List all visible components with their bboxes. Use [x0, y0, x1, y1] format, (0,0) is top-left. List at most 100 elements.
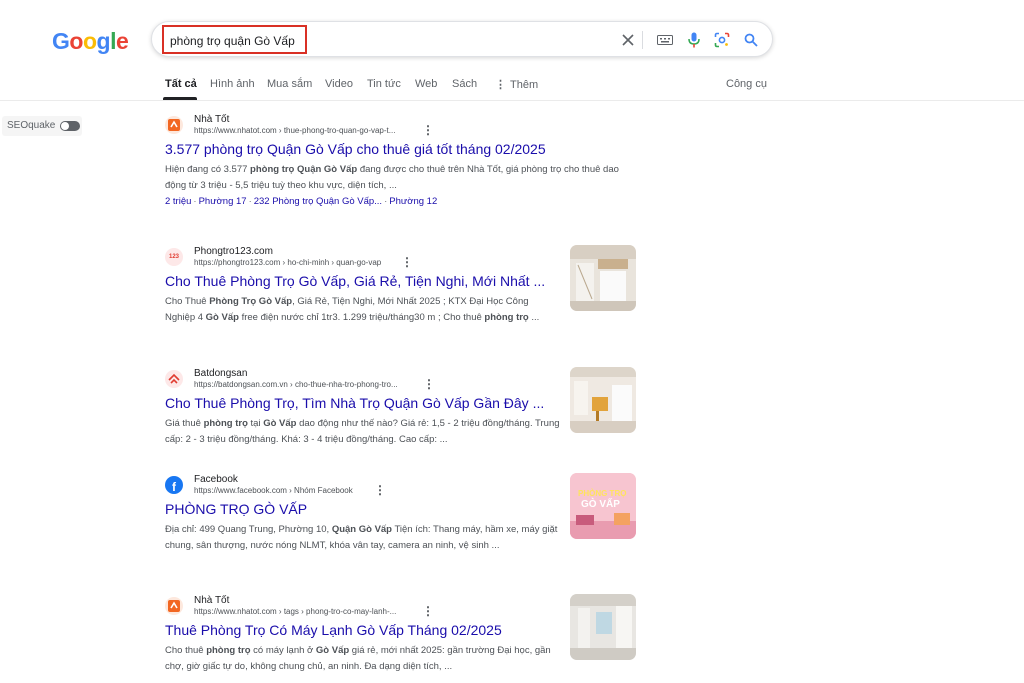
sitelinks: 2 triệu · Phường 17 · 232 Phòng trọ Quận Gò …: [165, 196, 437, 207]
search-result: Nhà Tốt https://www.nhatot.com › thue-ph…: [165, 114, 640, 214]
query-highlight-box: phòng trọ quận Gò Vấp: [162, 25, 307, 54]
favicon-glyph: 123: [168, 254, 179, 260]
search-box[interactable]: phòng trọ quận Gò Vấp: [151, 21, 773, 57]
snippet-text: Giá thuê: [165, 418, 204, 429]
search-icon[interactable]: [741, 30, 761, 50]
toggle-switch[interactable]: [60, 121, 80, 131]
site-url[interactable]: https://www.nhatot.com › thue-phong-tro-…: [194, 126, 395, 135]
result-snippet: Địa chỉ: 499 Quang Trung, Phường 10, Quậ…: [165, 522, 560, 554]
tab-news[interactable]: Tin tức: [367, 78, 401, 90]
snippet-bold: phòng trọ: [206, 645, 251, 656]
search-input[interactable]: phòng trọ quận Gò Vấp: [170, 34, 295, 48]
result-snippet: Cho thuê phòng trọ có máy lạnh ở Gò Vấp …: [165, 643, 560, 675]
result-thumbnail[interactable]: [570, 245, 636, 311]
google-logo[interactable]: Google: [52, 28, 129, 55]
snippet-text: Cho thuê: [165, 645, 207, 656]
more-options-icon[interactable]: ⋮: [374, 483, 386, 497]
snippet-text: tại: [247, 418, 264, 429]
site-name[interactable]: Phongtro123.com: [194, 246, 273, 257]
sitelink[interactable]: 232 Phòng trọ Quận Gò Vấp...: [254, 196, 382, 207]
search-result: 123 Phongtro123.com https://phongtro123.…: [165, 246, 640, 346]
snippet-bold: phòng trọ Quận Gò Vấp: [250, 164, 358, 175]
tab-more[interactable]: ⋮ Thêm: [495, 78, 538, 91]
site-url[interactable]: https://www.nhatot.com › tags › phong-tr…: [194, 607, 396, 616]
tab-all[interactable]: Tất cả: [165, 78, 197, 90]
more-vert-icon: ⋮: [495, 79, 506, 91]
logo-letter: o: [69, 28, 83, 54]
sitelink[interactable]: 2 triệu: [165, 196, 191, 207]
logo-letter: g: [96, 28, 111, 54]
result-thumbnail[interactable]: [570, 594, 636, 660]
tab-shopping[interactable]: Mua sắm: [267, 78, 312, 90]
site-name[interactable]: Batdongsan: [194, 368, 247, 379]
result-snippet: Giá thuê phòng trọ tại Gò Vấp dao động n…: [165, 416, 560, 448]
snippet-bold: phòng trọ: [203, 418, 248, 429]
snippet-bold: Quận Gò Vấp: [331, 524, 392, 535]
result-title[interactable]: PHÒNG TRỌ GÒ VẤP: [165, 501, 307, 517]
microphone-icon[interactable]: [684, 30, 704, 50]
site-name[interactable]: Nhà Tốt: [194, 595, 229, 606]
more-options-icon[interactable]: ⋮: [423, 377, 435, 391]
nhatot-favicon: [165, 597, 183, 615]
search-result: Batdongsan https://batdongsan.com.vn › c…: [165, 368, 640, 458]
snippet-bold: phòng trọ: [484, 312, 529, 323]
thumb-caption: PHÒNG TRỌ: [578, 489, 627, 498]
logo-letter: e: [115, 28, 129, 54]
snippet-text: Hiện đang có 3.577: [165, 164, 251, 175]
sitelink[interactable]: Phường 12: [389, 196, 437, 207]
result-snippet: Cho Thuê Phòng Trọ Gò Vấp, Giá Rẻ, Tiện …: [165, 294, 560, 326]
sitelink-separator: ·: [248, 196, 252, 207]
result-thumbnail[interactable]: PHÒNG TRỌ GÒ VẤP: [570, 473, 636, 539]
lens-icon[interactable]: [712, 30, 732, 50]
site-url[interactable]: https://batdongsan.com.vn › cho-thue-nha…: [194, 380, 398, 389]
site-name[interactable]: Facebook: [194, 474, 238, 485]
search-result: f Facebook https://www.facebook.com › Nh…: [165, 474, 640, 574]
snippet-bold: Phòng Trọ Gò Vấp: [209, 296, 293, 307]
more-options-icon[interactable]: ⋮: [422, 604, 434, 618]
sitelink-separator: ·: [193, 196, 197, 207]
snippet-bold: Gò Vấp: [205, 312, 239, 323]
search-tabs: Tất cả Hình ảnh Mua sắm Video Tin tức We…: [0, 70, 1024, 101]
thumb-caption: GÒ VẤP: [581, 499, 620, 510]
result-title[interactable]: 3.577 phòng trọ Quận Gò Vấp cho thuê giá…: [165, 141, 546, 157]
batdongsan-favicon: [165, 370, 183, 388]
tab-books[interactable]: Sách: [452, 78, 477, 90]
tools-button[interactable]: Công cụ: [726, 78, 767, 90]
clear-icon[interactable]: [618, 30, 638, 50]
tab-video[interactable]: Video: [325, 78, 353, 90]
snippet-bold: Gò Vấp: [315, 645, 350, 656]
site-name[interactable]: Nhà Tốt: [194, 114, 229, 125]
sitelink[interactable]: Phường 17: [199, 196, 247, 207]
active-tab-indicator: [163, 97, 197, 100]
result-title[interactable]: Cho Thuê Phòng Trọ, Tìm Nhà Trọ Quận Gò …: [165, 395, 544, 411]
phongtro123-favicon: 123: [165, 248, 183, 266]
toggle-knob: [61, 122, 69, 130]
sitelink-separator: ·: [384, 196, 388, 207]
tab-web[interactable]: Web: [415, 78, 437, 90]
result-title[interactable]: Cho Thuê Phòng Trọ Gò Vấp, Giá Rẻ, Tiện …: [165, 273, 545, 289]
site-url[interactable]: https://www.facebook.com › Nhóm Facebook: [194, 486, 353, 495]
facebook-favicon: f: [165, 476, 183, 494]
tab-images[interactable]: Hình ảnh: [210, 78, 255, 90]
more-options-icon[interactable]: ⋮: [422, 123, 434, 137]
favicon-glyph: f: [172, 479, 176, 494]
result-snippet: Hiện đang có 3.577 phòng trọ Quận Gò Vấp…: [165, 162, 635, 194]
snippet-text: ...: [528, 312, 540, 323]
logo-letter: o: [82, 28, 97, 54]
search-divider: [642, 31, 643, 49]
snippet-text: Cho Thuê: [165, 296, 210, 307]
seoquake-label: SEOquake: [7, 120, 56, 131]
seoquake-toggle[interactable]: SEOquake: [2, 116, 82, 136]
logo-letter: G: [52, 28, 70, 54]
snippet-text: có máy lạnh ở: [250, 645, 316, 656]
keyboard-icon[interactable]: [655, 30, 675, 50]
tab-more-label: Thêm: [510, 79, 539, 91]
site-url[interactable]: https://phongtro123.com › ho-chi-minh › …: [194, 258, 381, 267]
nhatot-favicon: [165, 116, 183, 134]
snippet-text: Địa chỉ: 499 Quang Trung, Phường 10,: [165, 524, 332, 535]
more-options-icon[interactable]: ⋮: [401, 255, 413, 269]
search-result: Nhà Tốt https://www.nhatot.com › tags › …: [165, 595, 640, 683]
result-thumbnail[interactable]: [570, 367, 636, 433]
snippet-text: free điện nước chỉ 1tr3. 1.299 triệu/thá…: [238, 312, 485, 323]
result-title[interactable]: Thuê Phòng Trọ Có Máy Lạnh Gò Vấp Tháng …: [165, 622, 502, 638]
